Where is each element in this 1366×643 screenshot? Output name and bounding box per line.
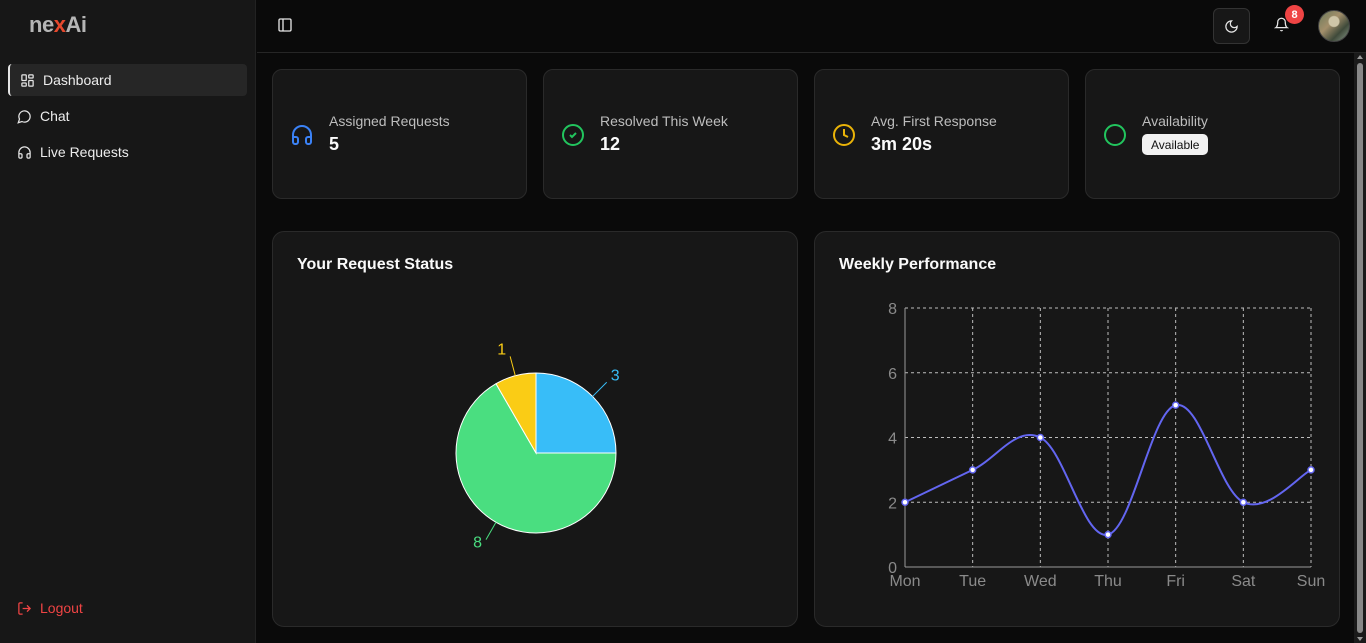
x-tick-label: Mon [889, 573, 920, 590]
sidebar-item-chat[interactable]: Chat [8, 100, 247, 132]
weekly-performance-card: Weekly Performance 0 2 4 6 8 Mon Tue Wed Thu Fri S… [814, 231, 1340, 627]
scroll-up-arrow[interactable] [1357, 55, 1363, 59]
check-circle-icon-svg [562, 124, 584, 146]
pie-label-line [592, 381, 608, 397]
request-status-card: Your Request Status 381 [272, 231, 798, 627]
x-tick-label: Sun [1297, 573, 1325, 590]
moon-icon [1225, 19, 1238, 33]
pie-label-line [485, 522, 497, 540]
x-tick-label: Fri [1166, 573, 1185, 590]
brand-prefix: ne [29, 12, 54, 37]
x-tick-label: Wed [1024, 573, 1057, 590]
data-point[interactable] [901, 498, 909, 506]
y-tick-label: 6 [888, 366, 897, 383]
y-tick-label: 4 [888, 431, 897, 448]
data-point[interactable] [1036, 433, 1045, 442]
pie-data-label: 8 [473, 535, 482, 552]
stat-value: 5 [329, 134, 340, 154]
stat-label: Assigned Requests [329, 113, 450, 129]
pie-data-label: 1 [497, 341, 506, 358]
stat-value: 12 [600, 134, 621, 154]
sidebar: nexAi Dashboard Chat Live Requests Logou… [0, 0, 256, 643]
scroll-down-arrow[interactable] [1357, 637, 1363, 641]
stat-label: Availability [1142, 113, 1208, 129]
pie-data-label: 3 [611, 367, 620, 384]
sidebar-toggle-button[interactable] [277, 17, 295, 35]
clock-icon-svg [833, 124, 855, 146]
data-point[interactable] [1104, 530, 1112, 539]
data-point[interactable] [968, 466, 977, 474]
headset-icon [18, 145, 31, 159]
stat-card-resolved: Resolved This Week 12 [543, 69, 798, 199]
logout-icon [18, 601, 32, 615]
sidebar-item-dashboard[interactable]: Dashboard [8, 64, 247, 96]
app: nexAi Dashboard Chat Live Requests Logou… [0, 0, 1366, 643]
brand-x: x [53, 12, 66, 37]
logout-label: Logout [40, 600, 83, 616]
x-tick-label: Tue [959, 573, 986, 590]
stat-label: Avg. First Response [871, 113, 997, 129]
y-tick-label: 2 [888, 495, 897, 512]
stat-label: Resolved This Week [600, 113, 728, 129]
sidebar-item-live-requests[interactable]: Live Requests [8, 136, 247, 168]
avatar[interactable] [1318, 10, 1350, 42]
circle-icon-svg [1104, 124, 1126, 146]
data-point[interactable] [1171, 401, 1180, 409]
pie-label-line [509, 356, 516, 376]
sidebar-item-label: Dashboard [43, 72, 112, 88]
clock-icon [832, 123, 856, 147]
circle-icon [1103, 123, 1127, 147]
line-chart: 02468Mon Tue Wed Thu Fri Sat Sun [888, 301, 1325, 590]
x-tick-label: Sat [1231, 573, 1256, 590]
check-circle-icon [561, 123, 585, 147]
brand-logo[interactable]: nexAi [29, 12, 87, 38]
scrollbar[interactable] [1354, 53, 1366, 643]
headset-icon-svg [292, 125, 312, 145]
notification-badge: 8 [1285, 5, 1304, 24]
stat-card-avg-response: Avg. First Response 3m 20s [814, 69, 1069, 199]
headset-icon [290, 123, 314, 147]
theme-toggle-button[interactable] [1213, 8, 1250, 44]
sidebar-nav: Dashboard Chat Live Requests [8, 64, 247, 172]
stat-value: 3m 20s [871, 134, 933, 154]
data-point[interactable] [1239, 498, 1248, 506]
sidebar-item-label: Live Requests [40, 144, 129, 160]
scroll-thumb[interactable] [1357, 63, 1363, 633]
logout-button[interactable]: Logout [17, 600, 83, 616]
brand-suffix: Ai [65, 12, 87, 37]
dashboard-icon [21, 73, 34, 87]
data-point[interactable] [1307, 466, 1315, 474]
sidebar-item-label: Chat [40, 108, 70, 124]
sidebar-toggle-icon [278, 18, 292, 32]
stat-card-assigned: Assigned Requests 5 [272, 69, 527, 199]
chat-icon [17, 109, 31, 124]
y-tick-label: 8 [888, 301, 897, 318]
topbar: 8 [257, 0, 1366, 53]
pie-chart: 3 8 1 [455, 341, 620, 552]
stat-card-availability: Availability Available [1085, 69, 1340, 199]
x-tick-label: Thu [1094, 573, 1122, 590]
status-badge: Available [1142, 134, 1209, 155]
